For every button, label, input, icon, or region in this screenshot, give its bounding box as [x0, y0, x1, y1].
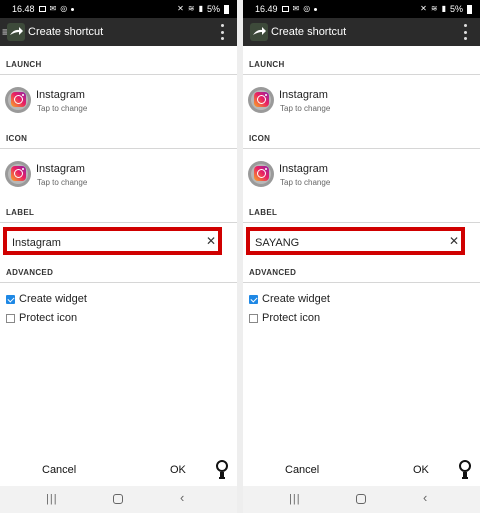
instagram-icon: [5, 161, 31, 187]
instagram-icon: [248, 161, 274, 187]
recents-icon[interactable]: |||: [289, 493, 301, 505]
page-title: Create shortcut: [271, 26, 347, 38]
wifi-icon: ≋: [430, 4, 438, 13]
app-shortcut-icon: [250, 23, 268, 41]
battery-icon: [224, 4, 229, 14]
cancel-button[interactable]: Cancel: [42, 464, 76, 476]
ok-button[interactable]: OK: [170, 464, 186, 476]
navigation-bar: ||| ‹: [243, 486, 480, 513]
navigation-bar: ||| ‹: [0, 486, 237, 513]
back-icon[interactable]: ‹: [180, 490, 184, 505]
checkbox-checked-icon[interactable]: [6, 295, 15, 304]
gallery-icon: [38, 6, 46, 12]
section-header-icon: ICON: [6, 134, 28, 143]
clear-icon[interactable]: ✕: [449, 234, 459, 248]
mute-icon: ✕: [420, 4, 427, 13]
checkbox-checked-icon[interactable]: [249, 295, 258, 304]
overflow-menu-icon[interactable]: [464, 24, 468, 40]
wifi-icon: ≋: [187, 4, 195, 13]
checkbox-unchecked-icon[interactable]: [6, 314, 15, 323]
status-bar: 16.49 ✉ ◎ ✕ ≋ ▮ 5%: [243, 0, 480, 18]
launch-tap-hint: Tap to change: [280, 104, 331, 113]
section-header-label: LABEL: [6, 208, 35, 217]
status-bar: 16.48 ✉ ◎ ✕ ≋ ▮ 5%: [0, 0, 237, 18]
signal-icon: ▮: [441, 4, 446, 13]
status-time: 16.48: [12, 4, 35, 14]
app-shortcut-icon: [7, 23, 25, 41]
overflow-menu-icon[interactable]: [221, 24, 225, 40]
icon-tap-hint: Tap to change: [280, 178, 331, 187]
instagram-icon: [248, 87, 274, 113]
launch-app-name: Instagram: [36, 89, 85, 101]
ok-button[interactable]: OK: [413, 464, 429, 476]
launch-tap-hint: Tap to change: [37, 104, 88, 113]
more-notifications-icon: [71, 7, 75, 11]
battery-percent: 5%: [206, 4, 220, 14]
section-header-advanced: ADVANCED: [6, 268, 54, 277]
gallery-icon: [281, 6, 289, 12]
signal-icon: ▮: [198, 4, 203, 13]
checkbox-unchecked-icon[interactable]: [249, 314, 258, 323]
page-title: Create shortcut: [28, 26, 104, 38]
icon-app-name: Instagram: [279, 163, 328, 175]
notification-icon: ✉: [49, 4, 57, 13]
instagram-notif-icon: ◎: [60, 4, 68, 13]
screenshot-panel-2: 16.49 ✉ ◎ ✕ ≋ ▮ 5% ≡ Create shortcut LAU…: [243, 0, 480, 513]
section-header-icon: ICON: [249, 134, 271, 143]
create-widget-label: Create widget: [19, 293, 87, 305]
back-icon[interactable]: ‹: [423, 490, 427, 505]
divider: [0, 282, 237, 283]
label-input[interactable]: [255, 236, 445, 250]
divider: [243, 282, 480, 283]
label-field-highlight: ✕: [246, 227, 465, 255]
screenshot-panel-1: 16.48 ✉ ◎ ✕ ≋ ▮ 5% ≡ Create shortcut LAU…: [0, 0, 237, 513]
app-bar: ≡ Create shortcut: [0, 18, 237, 46]
status-time: 16.49: [255, 4, 278, 14]
divider: [0, 74, 237, 75]
section-header-launch: LAUNCH: [6, 60, 42, 69]
instagram-icon: [5, 87, 31, 113]
battery-percent: 5%: [449, 4, 463, 14]
icon-app-name: Instagram: [36, 163, 85, 175]
home-icon[interactable]: [356, 494, 366, 504]
app-bar: ≡ Create shortcut: [243, 18, 480, 46]
create-widget-label: Create widget: [262, 293, 330, 305]
icon-tap-hint: Tap to change: [37, 178, 88, 187]
divider: [243, 222, 480, 223]
label-field-highlight: ✕: [3, 227, 222, 255]
instagram-notif-icon: ◎: [303, 4, 311, 13]
section-header-label: LABEL: [249, 208, 278, 217]
label-input[interactable]: [12, 236, 202, 250]
battery-icon: [467, 4, 472, 14]
home-icon[interactable]: [113, 494, 123, 504]
more-notifications-icon: [314, 7, 318, 11]
recents-icon[interactable]: |||: [46, 493, 58, 505]
section-header-launch: LAUNCH: [249, 60, 285, 69]
cancel-button[interactable]: Cancel: [285, 464, 319, 476]
divider: [0, 222, 237, 223]
lightbulb-icon[interactable]: [215, 460, 229, 480]
divider: [243, 148, 480, 149]
lightbulb-icon[interactable]: [458, 460, 472, 480]
divider: [243, 74, 480, 75]
launch-app-name: Instagram: [279, 89, 328, 101]
protect-icon-label: Protect icon: [262, 312, 321, 324]
protect-icon-label: Protect icon: [19, 312, 78, 324]
mute-icon: ✕: [177, 4, 184, 13]
clear-icon[interactable]: ✕: [206, 234, 216, 248]
section-header-advanced: ADVANCED: [249, 268, 297, 277]
notification-icon: ✉: [292, 4, 300, 13]
divider: [0, 148, 237, 149]
